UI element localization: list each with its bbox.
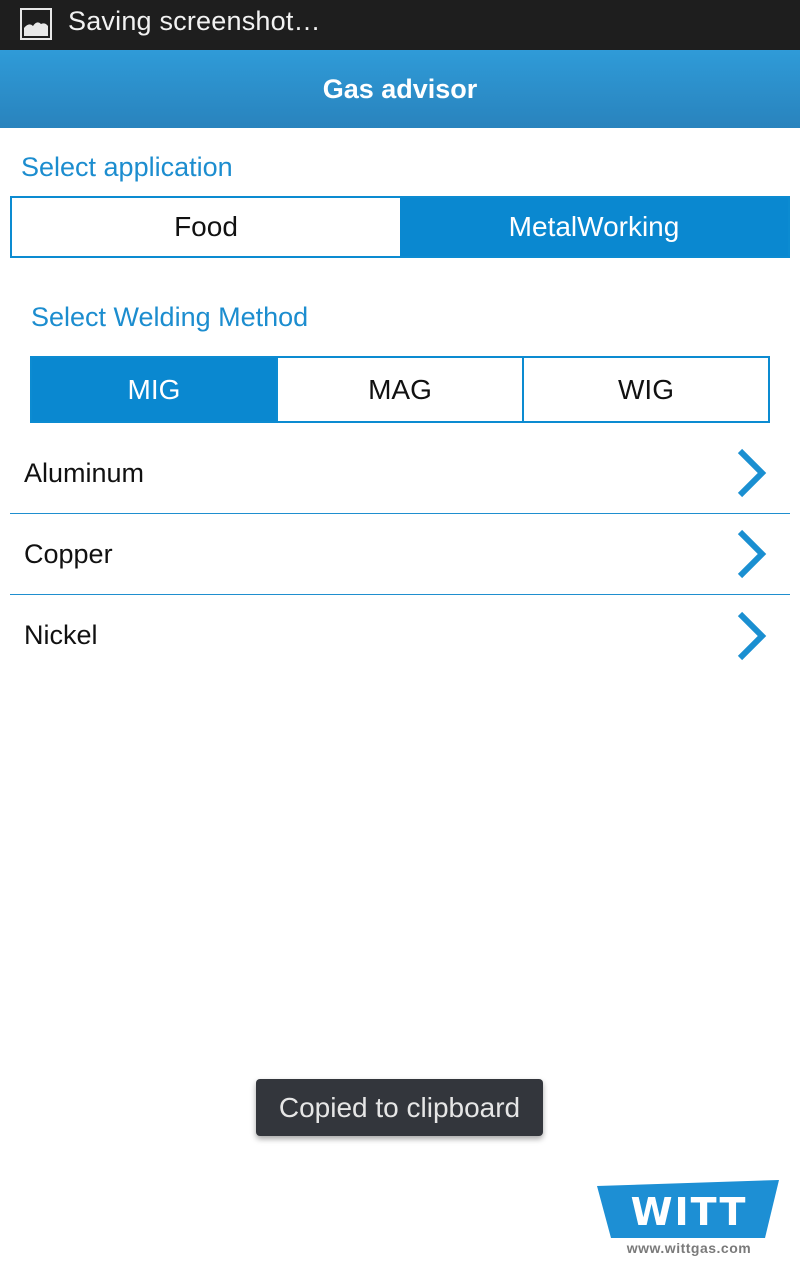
material-list: Aluminum Copper Nickel — [10, 433, 790, 676]
list-item-label: Aluminum — [24, 457, 145, 488]
chevron-right-icon — [737, 529, 767, 579]
list-item-copper[interactable]: Copper — [10, 514, 790, 595]
witt-logo-badge: WITT — [597, 1180, 779, 1238]
select-welding-method-label: Select Welding Method — [31, 302, 309, 332]
status-bar: Saving screenshot… — [0, 0, 800, 50]
logo-url: www.wittgas.com — [626, 1240, 752, 1256]
chevron-right-icon — [737, 448, 767, 498]
welding-mag-button[interactable]: MAG — [276, 358, 522, 421]
action-bar: Gas advisor — [0, 50, 800, 128]
application-metalworking-button[interactable]: MetalWorking — [400, 198, 788, 256]
welding-mig-button[interactable]: MIG — [32, 358, 276, 421]
image-icon — [20, 8, 52, 40]
logo-brand: WITT — [631, 1190, 748, 1234]
app-title: Gas advisor — [322, 73, 478, 104]
list-item-label: Copper — [24, 538, 113, 569]
list-item-nickel[interactable]: Nickel — [10, 595, 790, 676]
witt-logo: WITT www.wittgas.com — [597, 1180, 781, 1264]
status-text: Saving screenshot… — [68, 6, 321, 36]
welding-method-selector: MIG MAG WIG — [30, 356, 770, 423]
toast: Copied to clipboard — [256, 1079, 543, 1136]
list-item-label: Nickel — [24, 620, 98, 650]
application-food-button[interactable]: Food — [12, 198, 400, 256]
application-selector: Food MetalWorking — [10, 196, 790, 258]
welding-wig-button[interactable]: WIG — [522, 358, 768, 421]
list-item-aluminum[interactable]: Aluminum — [10, 433, 790, 514]
select-application-label: Select application — [21, 152, 233, 182]
toast-text: Copied to clipboard — [278, 1091, 521, 1123]
chevron-right-icon — [737, 611, 767, 660]
